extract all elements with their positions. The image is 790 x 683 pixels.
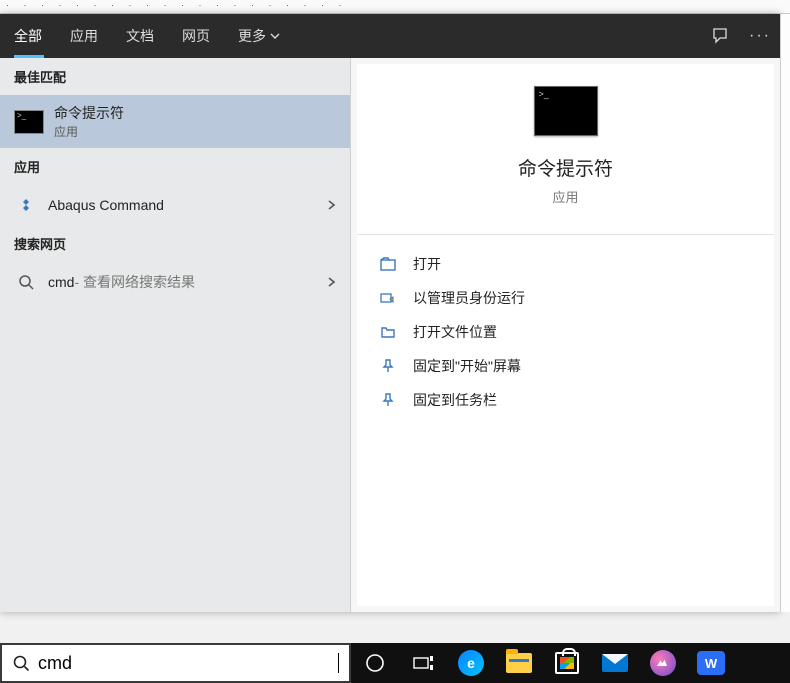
search-icon — [14, 270, 38, 294]
taskbar-wps[interactable]: W — [687, 643, 735, 683]
taskview-icon — [412, 654, 434, 672]
action-label: 以管理员身份运行 — [413, 288, 525, 308]
scrollbar-strip — [780, 14, 790, 612]
taskbar-mail[interactable] — [591, 643, 639, 683]
search-box[interactable] — [0, 643, 351, 683]
preview-pane: 命令提示符 应用 打开 以管理员身份运行 打开文件位置 — [357, 64, 774, 606]
section-web: 搜索网页 — [0, 225, 350, 262]
store-icon — [555, 652, 579, 674]
options-button[interactable]: ··· — [740, 14, 780, 58]
section-best-match: 最佳匹配 — [0, 58, 350, 95]
taskbar-cortana[interactable] — [351, 643, 399, 683]
chevron-right-icon — [326, 198, 336, 212]
action-label: 打开 — [413, 254, 441, 274]
admin-icon — [377, 291, 399, 305]
abaqus-icon — [14, 193, 38, 217]
section-apps: 应用 — [0, 148, 350, 185]
result-title: Abaqus Command — [48, 197, 326, 213]
result-subtitle: 应用 — [54, 123, 336, 140]
edge-icon: e — [458, 650, 484, 676]
preview-thumb-icon — [534, 86, 598, 136]
ellipsis-icon: ··· — [749, 27, 771, 45]
divider — [357, 234, 774, 235]
search-body: 最佳匹配 命令提示符 应用 应用 Abaqus Command 搜索网页 — [0, 58, 780, 612]
chevron-right-icon — [326, 275, 336, 289]
search-input[interactable] — [38, 653, 337, 674]
action-label: 打开文件位置 — [413, 322, 497, 342]
action-open[interactable]: 打开 — [365, 247, 766, 281]
preview-actions: 打开 以管理员身份运行 打开文件位置 固定到"开始"屏幕 固定到任务栏 — [357, 241, 774, 423]
windows-search-panel: 全部 应用 文档 网页 更多 ··· 最佳匹配 命令提示符 应用 应用 — [0, 14, 780, 612]
taskbar-explorer[interactable] — [495, 643, 543, 683]
taskbar-taskview[interactable] — [399, 643, 447, 683]
taskbar-store[interactable] — [543, 643, 591, 683]
background-window-fragment: · · · · · · · · · · · · · · · · · · · · — [0, 0, 790, 14]
tab-more[interactable]: 更多 — [224, 14, 294, 58]
tab-all[interactable]: 全部 — [0, 14, 56, 58]
result-best-match-cmd[interactable]: 命令提示符 应用 — [0, 95, 350, 148]
pin-icon — [377, 358, 399, 374]
results-pane: 最佳匹配 命令提示符 应用 应用 Abaqus Command 搜索网页 — [0, 58, 351, 612]
action-label: 固定到"开始"屏幕 — [413, 356, 521, 376]
search-icon — [12, 654, 30, 672]
text-caret — [338, 653, 339, 673]
chevron-down-icon — [270, 31, 280, 41]
feedback-icon — [711, 27, 729, 45]
feedback-button[interactable] — [700, 14, 740, 58]
result-web-cmd[interactable]: cmd - 查看网络搜索结果 — [0, 262, 350, 302]
wps-icon: W — [697, 651, 725, 675]
action-pin-start[interactable]: 固定到"开始"屏幕 — [365, 349, 766, 383]
result-app-abaqus[interactable]: Abaqus Command — [0, 185, 350, 225]
taskbar-gallery[interactable] — [639, 643, 687, 683]
open-icon — [377, 257, 399, 271]
action-open-location[interactable]: 打开文件位置 — [365, 315, 766, 349]
result-title: 命令提示符 — [54, 103, 336, 123]
result-web-hint: - 查看网络搜索结果 — [74, 272, 195, 292]
result-web-query: cmd — [48, 274, 74, 290]
taskbar-edge[interactable]: e — [447, 643, 495, 683]
preview-subtitle: 应用 — [552, 187, 578, 206]
action-run-admin[interactable]: 以管理员身份运行 — [365, 281, 766, 315]
folder-icon — [377, 325, 399, 339]
gallery-icon — [650, 650, 676, 676]
tab-documents[interactable]: 文档 — [112, 14, 168, 58]
mail-icon — [602, 654, 628, 672]
search-filter-header: 全部 应用 文档 网页 更多 ··· — [0, 14, 780, 58]
tab-apps[interactable]: 应用 — [56, 14, 112, 58]
tab-more-label: 更多 — [238, 26, 266, 46]
action-label: 固定到任务栏 — [413, 390, 497, 410]
cmd-icon — [14, 107, 44, 137]
tab-web[interactable]: 网页 — [168, 14, 224, 58]
taskbar: e W — [351, 643, 790, 683]
preview-title: 命令提示符 — [518, 154, 613, 181]
pin-icon — [377, 392, 399, 408]
folder-icon — [506, 653, 532, 673]
action-pin-taskbar[interactable]: 固定到任务栏 — [365, 383, 766, 417]
cortana-icon — [365, 653, 385, 673]
